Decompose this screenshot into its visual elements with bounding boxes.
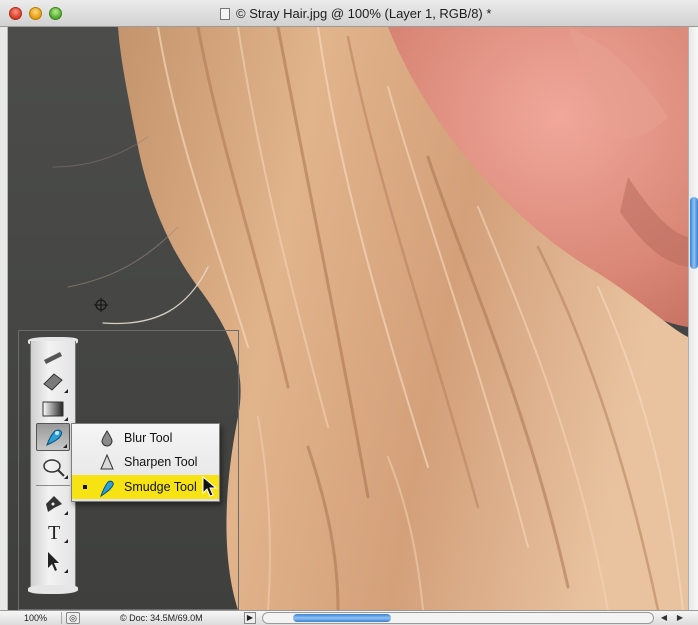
finger-smudge-icon bbox=[100, 480, 114, 498]
left-edge bbox=[0, 27, 8, 610]
title-bar: © Stray Hair.jpg @ 100% (Layer 1, RGB/8)… bbox=[0, 0, 698, 27]
close-window-button[interactable] bbox=[9, 7, 22, 20]
eraser-tool[interactable] bbox=[36, 367, 70, 395]
type-icon: T bbox=[48, 522, 60, 542]
gradient-icon bbox=[42, 401, 64, 417]
eraser-icon bbox=[43, 373, 63, 391]
pen-icon bbox=[46, 496, 62, 512]
document-size: © Doc: 34.5M/69.0M bbox=[120, 613, 203, 623]
tool-flyout-menu: Blur Tool Sharpen Tool Smudge Tool bbox=[71, 423, 220, 502]
tools-panel: T bbox=[30, 341, 76, 591]
svg-text:T: T bbox=[48, 522, 60, 542]
horizontal-scrollbar[interactable] bbox=[262, 612, 654, 624]
gradient-tool[interactable] bbox=[36, 395, 70, 423]
pen-tool[interactable] bbox=[36, 489, 70, 517]
vertical-scroll-thumb[interactable] bbox=[690, 197, 698, 269]
vertical-scrollbar[interactable] bbox=[688, 27, 698, 610]
type-tool[interactable]: T bbox=[36, 517, 70, 545]
drop-icon bbox=[101, 430, 113, 447]
selected-indicator bbox=[83, 485, 87, 489]
status-info-icon[interactable]: ◎ bbox=[66, 612, 80, 624]
scroll-right-arrow-icon[interactable]: ▶ bbox=[672, 612, 688, 624]
zoom-level[interactable]: 100% bbox=[4, 612, 62, 624]
stamp-icon bbox=[44, 352, 62, 364]
blur-tool-item[interactable]: Blur Tool bbox=[72, 426, 219, 450]
smudge-tool-label: Smudge Tool bbox=[124, 480, 197, 494]
status-menu-arrow-icon[interactable]: ▶ bbox=[244, 612, 256, 624]
document-icon bbox=[220, 8, 230, 20]
status-bar: 100% ◎ © Doc: 34.5M/69.0M ▶ ◀ ▶ bbox=[0, 610, 698, 625]
arrow-icon bbox=[48, 552, 59, 571]
smudge-tool-item[interactable]: Smudge Tool bbox=[72, 475, 219, 499]
toolbar-torn-bottom bbox=[28, 585, 78, 594]
triangle-icon bbox=[100, 453, 114, 470]
path-selection-tool[interactable] bbox=[36, 547, 70, 575]
mouse-pointer-icon bbox=[202, 476, 218, 497]
sharpen-tool-label: Sharpen Tool bbox=[124, 455, 198, 469]
window-title: © Stray Hair.jpg @ 100% (Layer 1, RGB/8)… bbox=[236, 6, 492, 21]
dodge-icon bbox=[43, 459, 65, 477]
zoom-window-button[interactable] bbox=[49, 7, 62, 20]
dodge-tool[interactable] bbox=[36, 453, 70, 481]
minimize-window-button[interactable] bbox=[29, 7, 42, 20]
horizontal-scroll-thumb[interactable] bbox=[293, 614, 391, 622]
crosshair-cursor-icon bbox=[94, 298, 108, 312]
scroll-left-arrow-icon[interactable]: ◀ bbox=[656, 612, 672, 624]
sharpen-tool-item[interactable]: Sharpen Tool bbox=[72, 450, 219, 474]
blur-tool-label: Blur Tool bbox=[124, 431, 173, 445]
smudge-tool-group[interactable] bbox=[36, 423, 70, 451]
